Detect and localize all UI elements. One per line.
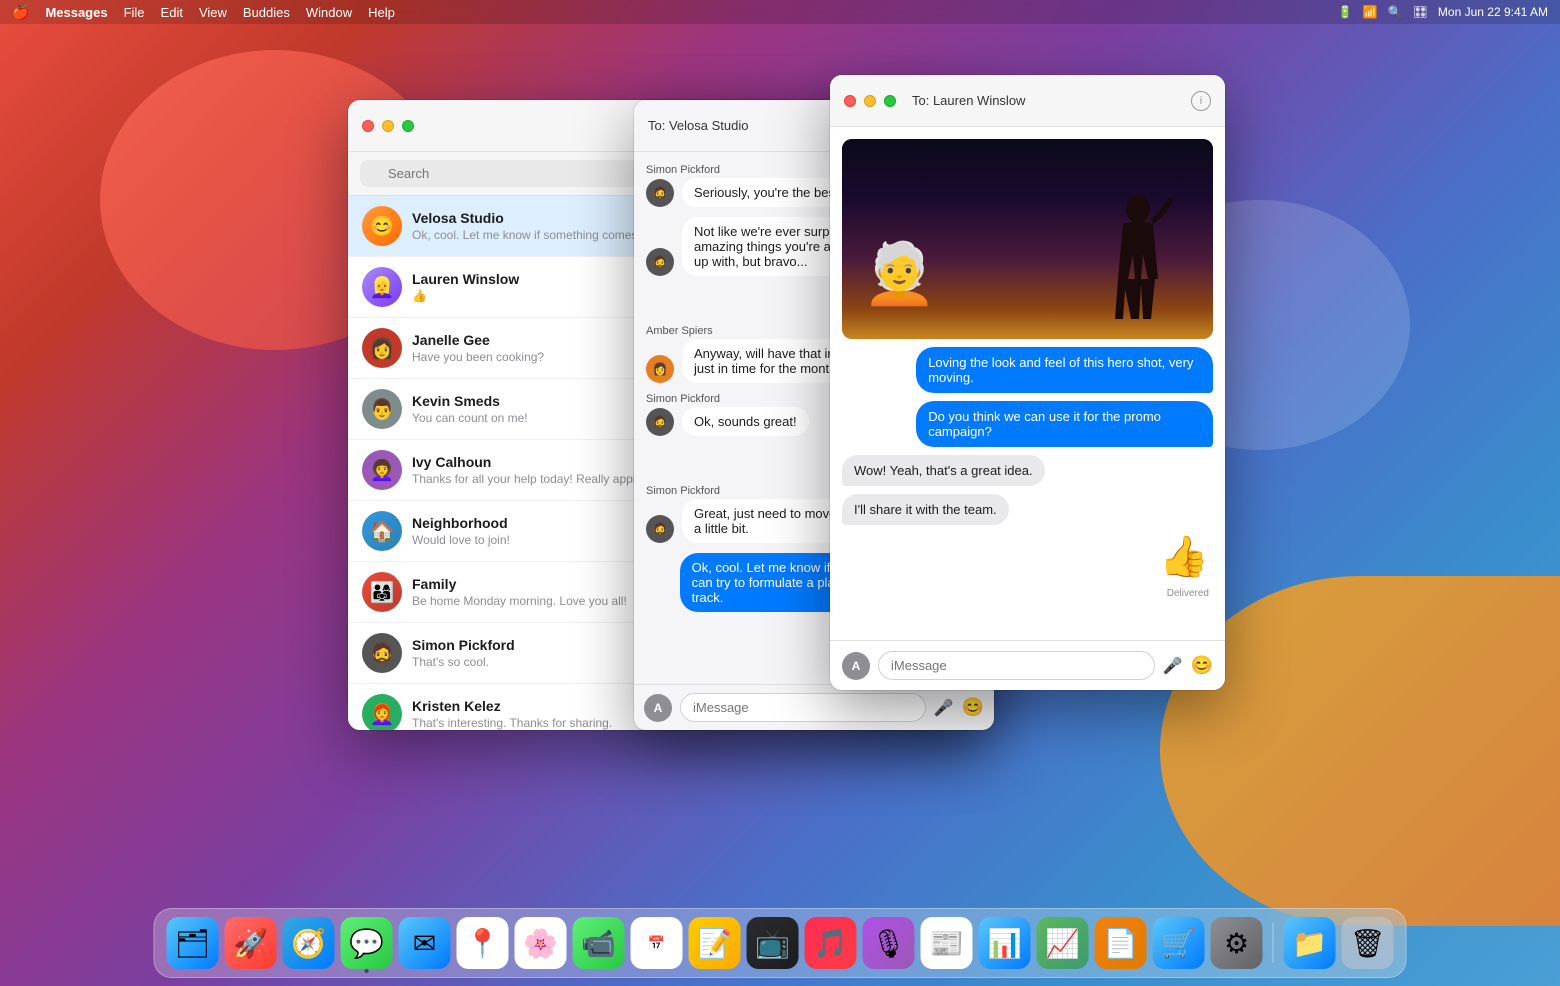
dock-separator [1273,923,1274,963]
right-message-input[interactable] [878,651,1155,680]
mid-message-input[interactable] [680,693,926,722]
menubar-right: 🔋 📶 🔍 🎛 Mon Jun 22 9:41 AM [1338,5,1548,19]
menu-file[interactable]: File [124,5,145,20]
bubble-wow: Wow! Yeah, that's a great idea. [842,455,1045,486]
conv-name-lauren: Lauren Winslow [412,271,519,287]
close-button-right[interactable] [844,95,856,107]
wifi-icon: 📶 [1363,5,1378,19]
audio-icon-right[interactable]: 🎤 [1163,656,1183,676]
dock-appstore[interactable]: 🛒 [1153,917,1205,969]
conv-name-janelle: Janelle Gee [412,332,490,348]
conv-name-kristen: Kristen Kelez [412,698,501,714]
thumbsup-emoji: 👍 [1159,533,1209,580]
dock-numbers[interactable]: 📈 [1037,917,1089,969]
close-button[interactable] [362,120,374,132]
battery-icon: 🔋 [1338,5,1353,19]
conv-name-ivy: Ivy Calhoun [412,454,491,470]
info-button[interactable]: i [1191,91,1211,111]
msg-avatar-simon3: 🧔 [646,408,674,436]
conv-name-kevin: Kevin Smeds [412,393,500,409]
app-menu-messages[interactable]: Messages [45,5,107,20]
dock-trash[interactable]: 🗑 [1342,917,1394,969]
search-icon[interactable]: 🔍 [1388,5,1403,19]
avatar-velosa: 😊 [362,206,402,246]
dock-launchpad[interactable]: 🚀 [225,917,277,969]
avatar-neighborhood: 🏠 [362,511,402,551]
dock-sysprefs[interactable]: ⚙ [1211,917,1263,969]
dock-files[interactable]: 📁 [1284,917,1336,969]
dock-facetime[interactable]: 📹 [573,917,625,969]
menubar: 🍎 Messages File Edit View Buddies Window… [0,0,1560,24]
avatar-family: 👨‍👩‍👧 [362,572,402,612]
apple-menu[interactable]: 🍎 [12,4,29,21]
delivered-label: Delivered [842,588,1209,599]
dock-notes[interactable]: 📝 [689,917,741,969]
dock-safari[interactable]: 🧭 [283,917,335,969]
dock-tv[interactable]: 📺 [747,917,799,969]
menu-help[interactable]: Help [368,5,395,20]
menubar-left: 🍎 Messages File Edit View Buddies Window… [12,4,395,21]
conv-name-family: Family [412,576,456,592]
avatar-lauren: 👱‍♀️ [362,267,402,307]
menu-view[interactable]: View [199,5,227,20]
avatar-ivy: 👩‍🦱 [362,450,402,490]
maximize-button-right[interactable] [884,95,896,107]
emoji-icon[interactable]: 😊 [962,697,984,718]
maximize-button[interactable] [402,120,414,132]
dock-finder[interactable]: 🗂 [167,917,219,969]
message-area-lauren: 🧑‍🦳 Loving the look and feel of this her… [830,127,1225,640]
bubble-oksounds: Ok, sounds great! [682,407,809,436]
app-btn-right[interactable]: A [842,652,870,680]
conv-name-velosa: Velosa Studio [412,210,504,226]
msg-avatar-simon1: 🧔 [646,179,674,207]
window-lauren-chat: To: Lauren Winslow i 🧑‍🦳 Loving the look… [830,75,1225,690]
msg-avatar-simon2: 🧔 [646,248,674,276]
avatar-kristen: 👩‍🦰 [362,694,402,730]
dock-calendar[interactable]: 📅 [631,917,683,969]
mid-input-area: A 🎤 😊 [634,684,994,730]
dock-mail[interactable]: ✉ [399,917,451,969]
dock-maps[interactable]: 📍 [457,917,509,969]
conv-name-neighborhood: Neighborhood [412,515,508,531]
dock-news[interactable]: 📰 [921,917,973,969]
dock-podcasts[interactable]: 🎙 [863,917,915,969]
msg-avatar-amber: 👩 [646,355,674,383]
minimize-button-right[interactable] [864,95,876,107]
menu-buddies[interactable]: Buddies [243,5,290,20]
titlebar-right: To: Lauren Winslow i [830,75,1225,127]
recipient-lauren: To: Lauren Winslow [912,93,1025,108]
recipient-velosa: To: Velosa Studio [648,118,748,133]
bubble-share: I'll share it with the team. [842,494,1009,525]
right-input-area: A 🎤 😊 [830,640,1225,690]
conv-name-simon: Simon Pickford [412,637,515,653]
bubble-promo: Do you think we can use it for the promo… [916,401,1213,447]
dock-pages[interactable]: 📄 [1095,917,1147,969]
dock-photos[interactable]: 🌸 [515,917,567,969]
bubble-loving: Loving the look and feel of this hero sh… [916,347,1213,393]
avatar-kevin: 👨 [362,389,402,429]
menu-edit[interactable]: Edit [161,5,183,20]
dock-music[interactable]: 🎵 [805,917,857,969]
emoji-icon-right[interactable]: 😊 [1191,655,1213,676]
dock-messages[interactable]: 💬 [341,917,393,969]
minimize-button[interactable] [382,120,394,132]
dock: 🗂 🚀 🧭 💬 ✉ 📍 🌸 📹 📅 📝 📺 🎵 🎙 📰 📊 📈 📄 🛒 ⚙ 📁 … [154,908,1407,978]
menu-window[interactable]: Window [306,5,352,20]
audio-icon[interactable]: 🎤 [934,698,954,718]
control-center-icon[interactable]: 🎛 [1413,5,1428,19]
avatar-janelle: 👩 [362,328,402,368]
silhouette [1103,189,1173,339]
app-store-btn[interactable]: A [644,694,672,722]
dock-keynote[interactable]: 📊 [979,917,1031,969]
msg-avatar-simon4: 🧔 [646,515,674,543]
avatar-simon: 🧔 [362,633,402,673]
clock: Mon Jun 22 9:41 AM [1438,5,1548,19]
memoji: 🧑‍🦳 [862,238,937,309]
hero-image: 🧑‍🦳 [842,139,1213,339]
